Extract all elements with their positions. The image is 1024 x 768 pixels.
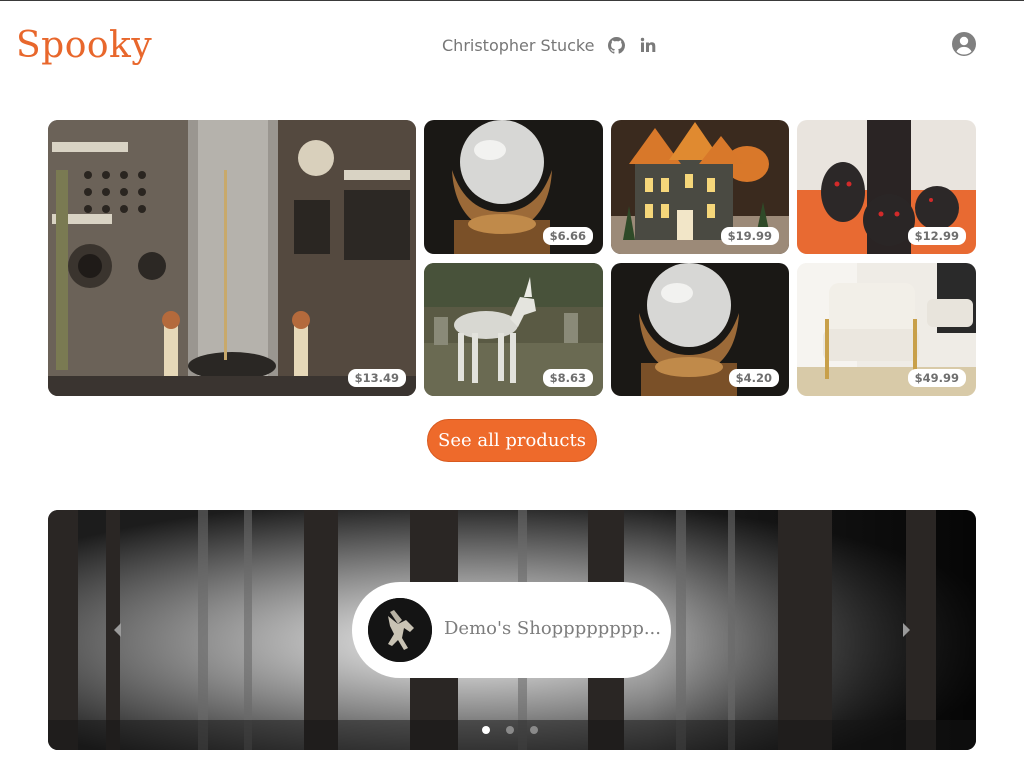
- price-badge: $13.49: [347, 369, 406, 387]
- author-name: Christopher Stucke: [442, 35, 595, 55]
- shop-name: Demo's Shopppppppp...: [444, 618, 662, 639]
- price-badge: $49.99: [907, 369, 966, 387]
- carousel-dot-2[interactable]: [506, 726, 514, 734]
- see-all-products-button[interactable]: See all products: [427, 419, 597, 462]
- carousel-dots: [482, 726, 538, 734]
- chevron-right-icon[interactable]: [896, 618, 916, 642]
- site-header: Spooky Christopher Stucke: [0, 1, 1024, 91]
- price-badge: $6.66: [542, 227, 593, 245]
- product-image: [48, 120, 416, 396]
- shop-card[interactable]: Demo's Shopppppppp...: [352, 582, 671, 678]
- product-card-owl-figurines[interactable]: $12.99: [797, 120, 976, 254]
- github-icon[interactable]: [606, 35, 626, 55]
- price-badge: $4.20: [728, 369, 779, 387]
- product-card-skeleton-unicorn[interactable]: $8.63: [424, 263, 603, 396]
- carousel-dot-3[interactable]: [530, 726, 538, 734]
- author-info: Christopher Stucke: [442, 35, 658, 55]
- product-grid: $13.49 $6.66 $19.99 $12.99 $8.63 $4.20 $…: [48, 120, 976, 396]
- product-card-electrical-machine[interactable]: $13.49: [48, 120, 416, 396]
- price-badge: $12.99: [907, 227, 966, 245]
- price-badge: $19.99: [720, 227, 779, 245]
- price-badge: $8.63: [542, 369, 593, 387]
- shop-avatar: [368, 598, 432, 662]
- chevron-left-icon[interactable]: [108, 618, 128, 642]
- shop-carousel: Demo's Shopppppppp...: [48, 510, 976, 750]
- logo[interactable]: Spooky: [16, 25, 152, 66]
- carousel-dot-1[interactable]: [482, 726, 490, 734]
- user-circle-icon[interactable]: [952, 32, 976, 56]
- product-card-crystal-ball[interactable]: $6.66: [424, 120, 603, 254]
- product-card-haunted-house[interactable]: $19.99: [611, 120, 789, 254]
- product-card-crystal-ball-2[interactable]: $4.20: [611, 263, 789, 396]
- product-card-lounge-chair[interactable]: $49.99: [797, 263, 976, 396]
- linkedin-icon[interactable]: [638, 35, 658, 55]
